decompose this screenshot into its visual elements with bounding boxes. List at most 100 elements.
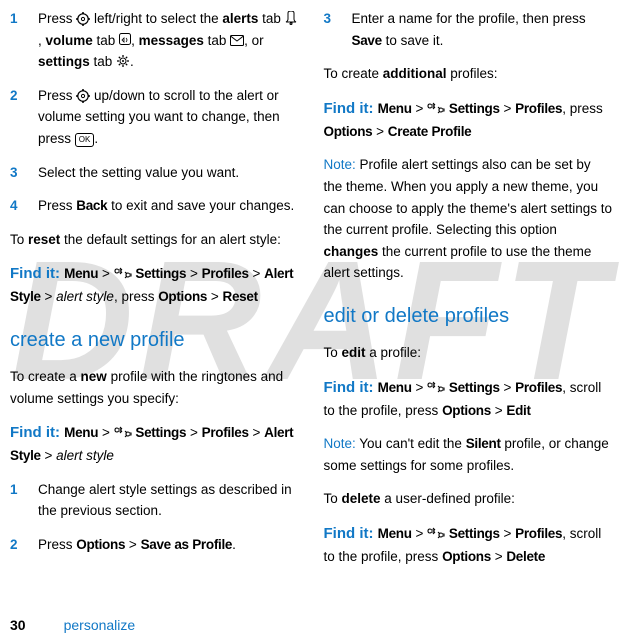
text: tab <box>258 11 284 26</box>
text: Press <box>38 198 76 213</box>
text-bold: new <box>81 369 107 384</box>
gt: > <box>500 380 515 395</box>
text: Press <box>38 537 76 552</box>
nav-key-icon <box>76 89 90 103</box>
note-label: Note: <box>324 157 360 172</box>
text: to exit and save your changes. <box>107 198 294 213</box>
delete-paragraph: To delete a user-defined profile: <box>324 488 614 510</box>
path-var: alert style <box>56 289 114 304</box>
text: . <box>232 537 236 552</box>
text: . <box>94 131 98 146</box>
path: Options <box>76 537 125 552</box>
findit-delete: Find it: Menu > Settings > Profiles, scr… <box>324 522 614 568</box>
gt: > <box>186 266 201 281</box>
gt: > <box>412 380 427 395</box>
note-theme: Note: Profile alert settings also can be… <box>324 154 614 284</box>
gt: > <box>491 403 506 418</box>
text: , <box>38 33 46 48</box>
alerts-tab-icon <box>285 11 297 25</box>
find-it-label: Find it: <box>324 100 378 117</box>
path: Settings <box>135 425 186 440</box>
find-it-label: Find it: <box>10 265 64 282</box>
step-2: 2 Press up/down to scroll to the alert o… <box>10 85 300 150</box>
settings-icon <box>427 101 445 115</box>
text: To create a <box>10 369 81 384</box>
gt: > <box>249 425 264 440</box>
gt: > <box>412 526 427 541</box>
step-1: 1 Press left/right to select the alerts … <box>10 8 300 73</box>
findit-additional: Find it: Menu > Settings > Profiles, pre… <box>324 97 614 143</box>
text-bold: messages <box>139 33 204 48</box>
find-it-label: Find it: <box>324 525 378 542</box>
gt: > <box>186 425 201 440</box>
gt: > <box>500 526 515 541</box>
path: Settings <box>449 526 500 541</box>
text: tab <box>93 33 119 48</box>
heading-edit-delete: edit or delete profiles <box>324 300 614 332</box>
text: Enter a name for the profile, then press <box>352 11 586 26</box>
edit-paragraph: To edit a profile: <box>324 342 614 364</box>
text: , press <box>562 101 603 116</box>
text-bold: reset <box>28 232 60 247</box>
gt: > <box>249 266 264 281</box>
path: Menu <box>378 526 412 541</box>
text: to save it. <box>382 33 444 48</box>
step-number: 2 <box>10 85 38 150</box>
messages-tab-icon <box>230 35 244 47</box>
path: Options <box>442 549 491 564</box>
settings-tab-icon <box>116 54 130 68</box>
gt: > <box>491 549 506 564</box>
page-number: 30 <box>10 614 26 636</box>
ok-key-icon: OK <box>75 133 95 147</box>
create-step-1: 1 Change alert style settings as describ… <box>10 479 300 522</box>
path: Menu <box>64 266 98 281</box>
step-body: Press Back to exit and save your changes… <box>38 195 300 217</box>
step-number: 4 <box>10 195 38 217</box>
note-label: Note: <box>324 436 360 451</box>
gt: > <box>41 448 56 463</box>
path: Options <box>158 289 207 304</box>
step-4: 4 Press Back to exit and save your chang… <box>10 195 300 217</box>
text: To <box>10 232 28 247</box>
step-number: 2 <box>10 534 38 556</box>
text-bold: additional <box>383 66 447 81</box>
find-it-label: Find it: <box>324 379 378 396</box>
path: Edit <box>506 403 530 418</box>
path: Profiles <box>202 266 249 281</box>
settings-icon <box>427 380 445 394</box>
path-var: alert style <box>56 448 114 463</box>
additional-paragraph: To create additional profiles: <box>324 63 614 85</box>
text: the default settings for an alert style: <box>60 232 281 247</box>
gt: > <box>412 101 427 116</box>
path: Reset <box>223 289 258 304</box>
gt: > <box>98 266 113 281</box>
key-label: Back <box>76 198 107 213</box>
text: Press <box>38 88 76 103</box>
text-bold: changes <box>324 244 379 259</box>
path: Options <box>442 403 491 418</box>
path: Profiles <box>515 101 562 116</box>
settings-icon <box>427 526 445 540</box>
key-label: Silent <box>466 436 501 451</box>
gt: > <box>372 124 387 139</box>
step-body: Change alert style settings as described… <box>38 479 300 522</box>
path: Create Profile <box>388 124 472 139</box>
nav-key-icon <box>76 12 90 26</box>
step-body: Enter a name for the profile, then press… <box>352 8 614 51</box>
text: Press <box>38 11 76 26</box>
text: , or <box>244 33 264 48</box>
path: Menu <box>378 101 412 116</box>
findit-edit: Find it: Menu > Settings > Profiles, scr… <box>324 376 614 422</box>
key-label: Save <box>352 33 382 48</box>
text: You can't edit the <box>359 436 465 451</box>
text: a user-defined profile: <box>381 491 515 506</box>
path: Settings <box>449 380 500 395</box>
step-3: 3 Select the setting value you want. <box>10 162 300 184</box>
text: left/right to select the <box>90 11 222 26</box>
step-body: Press left/right to select the alerts ta… <box>38 8 300 73</box>
page-footer: 30 personalize <box>10 604 613 636</box>
text: Profile alert settings also can be set b… <box>324 157 613 237</box>
heading-create-profile: create a new profile <box>10 324 300 356</box>
text: , <box>131 33 139 48</box>
path: Settings <box>135 266 186 281</box>
